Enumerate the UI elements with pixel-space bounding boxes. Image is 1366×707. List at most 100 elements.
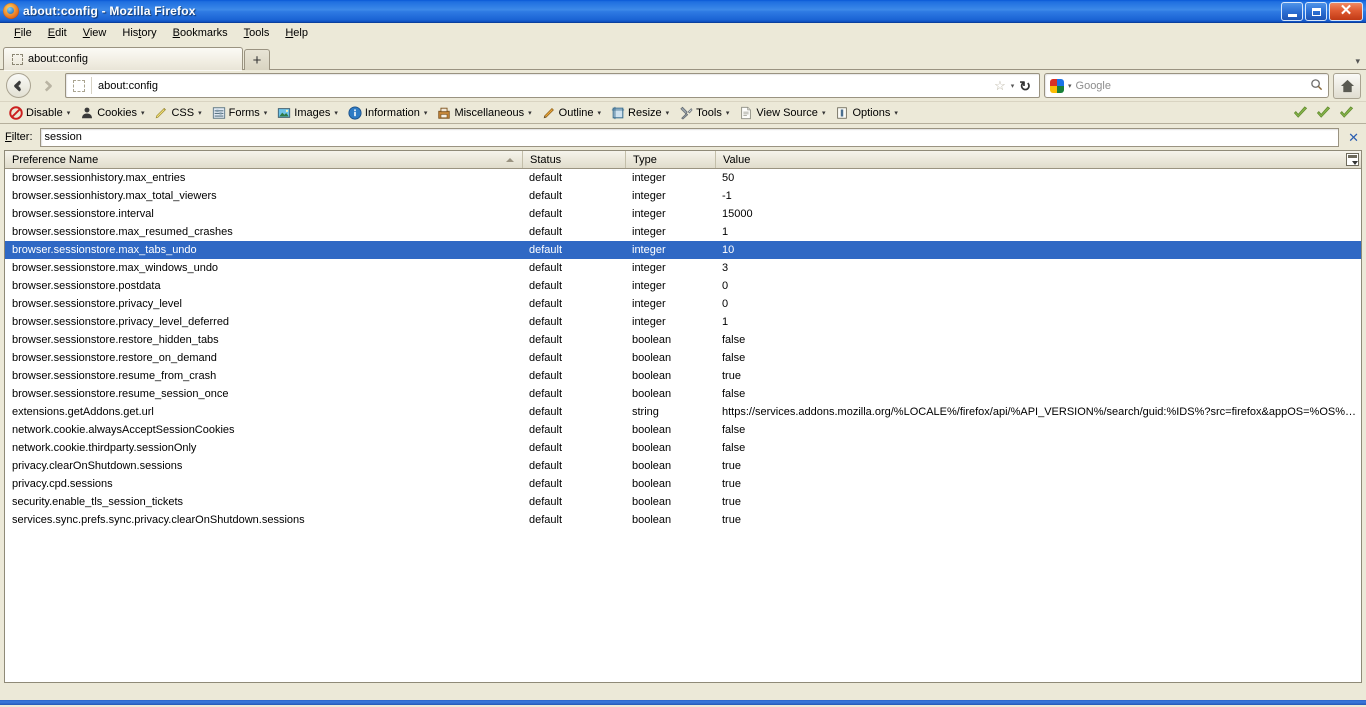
devtool-disable[interactable]: Disable ▾	[4, 105, 75, 121]
preferences-table: Preference Name Status Type Value browse…	[4, 150, 1362, 683]
cell-name: extensions.getAddons.get.url	[12, 406, 154, 418]
cell-value: false	[722, 388, 746, 400]
tab-about-config[interactable]: about:config	[3, 47, 243, 71]
address-input[interactable]: about:config	[98, 80, 988, 92]
devtool-cookies-label: Cookies	[97, 106, 137, 119]
table-row[interactable]: services.sync.prefs.sync.privacy.clearOn…	[5, 511, 1361, 529]
table-row[interactable]: browser.sessionstore.restore_hidden_tabs…	[5, 331, 1361, 349]
table-row[interactable]: browser.sessionstore.resume_from_crash de…	[5, 367, 1361, 385]
column-header-status[interactable]: Status	[522, 151, 625, 168]
new-tab-button[interactable]: +	[244, 49, 270, 70]
table-row[interactable]: browser.sessionstore.postdata default inte…	[5, 277, 1361, 295]
clear-filter-icon[interactable]: ✕	[1346, 131, 1361, 144]
column-picker-icon[interactable]	[1346, 153, 1359, 166]
devtool-images[interactable]: Images ▾	[272, 105, 343, 121]
cell-status: default	[529, 424, 563, 436]
table-row[interactable]: network.cookie.alwaysAcceptSessionCookie…	[5, 421, 1361, 439]
menu-history[interactable]: History	[114, 25, 164, 41]
table-row[interactable]: browser.sessionstore.resume_session_once…	[5, 385, 1361, 403]
column-header-preference-name[interactable]: Preference Name	[5, 151, 522, 168]
table-row[interactable]: browser.sessionstore.max_windows_undo def…	[5, 259, 1361, 277]
close-button[interactable]: ✕	[1329, 2, 1363, 21]
bookmark-star-icon[interactable]: ☆	[994, 79, 1006, 92]
table-row[interactable]: browser.sessionhistory.max_entries defaul…	[5, 169, 1361, 187]
cell-type: boolean	[632, 334, 672, 346]
reload-icon[interactable]: ↻	[1019, 79, 1031, 93]
devtool-disable-chevron-down-icon: ▾	[66, 109, 71, 117]
bookmark-chevron-down-icon[interactable]: ▾	[1011, 82, 1015, 90]
table-row[interactable]: browser.sessionstore.max_resumed_crashes…	[5, 223, 1361, 241]
menu-file[interactable]: File	[6, 25, 40, 41]
menu-tools[interactable]: Tools	[236, 25, 278, 41]
table-row[interactable]: privacy.clearOnShutdown.sessions default b…	[5, 457, 1361, 475]
home-button[interactable]	[1333, 72, 1361, 99]
devtool-css[interactable]: CSS ▾	[149, 105, 206, 121]
table-row[interactable]: browser.sessionstore.restore_on_demand de…	[5, 349, 1361, 367]
cell-status: default	[529, 316, 563, 328]
menu-bookmarks-accel: B	[172, 27, 180, 39]
devtool-miscellaneous[interactable]: Miscellaneous ▾	[432, 105, 536, 121]
cell-name: network.cookie.alwaysAcceptSessionCookie…	[12, 424, 235, 436]
menu-bookmarks-label: ookmarks	[179, 27, 228, 39]
table-row[interactable]: extensions.getAddons.get.url default strin…	[5, 403, 1361, 421]
cell-value: 10	[722, 244, 735, 256]
devtool-outline[interactable]: Outline ▾	[537, 105, 606, 121]
cell-type: integer	[632, 190, 666, 202]
menu-bookmarks[interactable]: Bookmarks	[165, 25, 236, 41]
search-bar[interactable]: ▾ Google	[1044, 73, 1329, 98]
devtool-options[interactable]: Options ▾	[830, 105, 902, 121]
maximize-restore-button[interactable]	[1305, 2, 1327, 21]
accessibility-validation-check-icon[interactable]	[1339, 105, 1354, 120]
devtool-resize[interactable]: Resize ▾	[606, 105, 674, 121]
css-validation-check-icon[interactable]	[1316, 105, 1331, 120]
devtool-cookies[interactable]: Cookies ▾	[75, 105, 149, 121]
devtool-forms-label: Forms	[228, 106, 260, 119]
menubar: File Edit View History Bookmarks Tools H…	[0, 23, 1366, 44]
cell-type: boolean	[632, 514, 672, 526]
menu-edit[interactable]: Edit	[40, 25, 75, 41]
html-validation-check-icon[interactable]	[1293, 105, 1308, 120]
table-row[interactable]: browser.sessionstore.max_tabs_undo defaul…	[5, 241, 1361, 259]
filter-input[interactable]: session	[45, 131, 1335, 143]
table-row[interactable]: network.cookie.thirdparty.sessionOnly def…	[5, 439, 1361, 457]
devtool-forms[interactable]: Forms ▾	[207, 105, 273, 121]
cell-name: browser.sessionstore.postdata	[12, 280, 161, 292]
search-icon[interactable]	[1310, 78, 1323, 94]
menu-view[interactable]: View	[75, 25, 115, 41]
cell-value: 50	[722, 172, 735, 184]
back-arrow-icon	[5, 73, 31, 98]
address-bar[interactable]: about:config ☆ ▾ ↻	[65, 73, 1040, 98]
table-row[interactable]: security.enable_tls_session_tickets defau…	[5, 493, 1361, 511]
devtool-information[interactable]: Information ▾	[343, 105, 433, 121]
search-input[interactable]: Google	[1076, 80, 1306, 92]
cell-value: 1	[722, 316, 729, 328]
table-row[interactable]: privacy.cpd.sessions default boolean true	[5, 475, 1361, 493]
table-row[interactable]: browser.sessionhistory.max_total_viewers…	[5, 187, 1361, 205]
cell-value: false	[722, 442, 746, 454]
devtool-tools[interactable]: Tools ▾	[674, 105, 734, 121]
devtool-view-source-label: View Source	[756, 106, 818, 119]
forward-arrow-icon	[36, 73, 61, 98]
list-all-tabs-button[interactable]: ▾	[1355, 56, 1366, 70]
table-row[interactable]: browser.sessionstore.privacy_level defaul…	[5, 295, 1361, 313]
cell-name: security.enable_tls_session_tickets	[12, 496, 183, 508]
tab-label: about:config	[28, 53, 88, 65]
column-header-type[interactable]: Type	[625, 151, 715, 168]
table-row[interactable]: browser.sessionstore.privacy_level_defer…	[5, 313, 1361, 331]
address-bar-icons: ☆ ▾ ↻	[994, 79, 1035, 93]
search-engine-chevron-down-icon[interactable]: ▾	[1068, 82, 1072, 90]
column-header-type-label: Type	[633, 153, 657, 166]
outline-icon	[543, 107, 554, 118]
menu-help[interactable]: Help	[277, 25, 316, 41]
filter-input-wrapper[interactable]: session	[39, 127, 1340, 147]
cell-type: integer	[632, 208, 666, 220]
devtool-view-source[interactable]: View Source ▾	[734, 105, 830, 121]
column-header-value[interactable]: Value	[715, 151, 1361, 168]
css-icon	[156, 107, 167, 118]
cell-type: boolean	[632, 478, 672, 490]
cell-type: boolean	[632, 442, 672, 454]
back-button[interactable]	[5, 73, 31, 99]
cookies-icon	[82, 107, 93, 118]
minimize-button[interactable]	[1281, 2, 1303, 21]
table-row[interactable]: browser.sessionstore.interval default inte…	[5, 205, 1361, 223]
